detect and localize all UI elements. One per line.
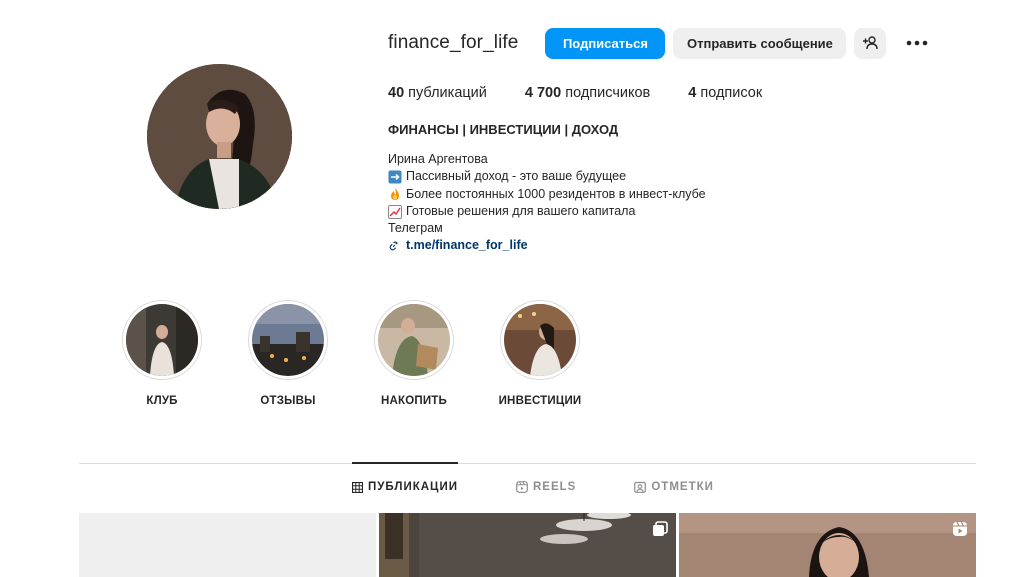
add-user-button[interactable] (854, 27, 887, 59)
bio-link-text: t.me/finance_for_life (406, 238, 528, 253)
follow-button[interactable]: Подписаться (545, 27, 666, 59)
bio-title: ФИНАНСЫ | ИНВЕСТИЦИИ | ДОХОД (388, 122, 619, 137)
profile-avatar[interactable] (147, 64, 292, 209)
following-label: подписок (700, 85, 763, 101)
followers-stat[interactable]: 4 700 подписчиков (525, 85, 650, 101)
more-options-button[interactable] (904, 33, 930, 53)
arrow-right-emoji-icon (388, 170, 402, 184)
story-highlights: КЛУБ ОТЗЫВЫ НАКОПИТЬ ИНВЕСТИЦИИ (115, 300, 619, 407)
highlight-save[interactable]: НАКОПИТЬ (367, 300, 461, 407)
highlight-ring (122, 300, 202, 380)
grid-icon (352, 481, 363, 493)
posts-stat: 40 публикаций (388, 85, 487, 101)
tab-reels[interactable]: REELS (516, 481, 576, 493)
highlight-cover (252, 304, 324, 376)
bio-link[interactable]: t.me/finance_for_life (388, 237, 706, 254)
reels-icon (516, 481, 528, 493)
bio-name: Ирина Аргентова (388, 152, 488, 166)
highlight-label: НАКОПИТЬ (381, 395, 447, 407)
bio-line-1: Пассивный доход - это ваше будущее (406, 169, 627, 184)
highlight-label: ОТЗЫВЫ (260, 395, 316, 407)
carousel-icon (653, 521, 668, 536)
person-plus-icon (863, 36, 879, 50)
highlight-cover (126, 304, 198, 376)
username: finance_for_life (388, 32, 519, 53)
highlight-club[interactable]: КЛУБ (115, 300, 209, 407)
highlight-ring (374, 300, 454, 380)
link-icon (389, 241, 398, 251)
posts-label: публикаций (408, 85, 487, 101)
post-thumbnail[interactable] (79, 513, 376, 577)
tab-reels-label: REELS (533, 481, 577, 493)
highlight-cover (378, 304, 450, 376)
profile-header: finance_for_life Подписаться Отправить с… (388, 27, 930, 59)
post-thumbnail[interactable] (379, 513, 676, 577)
highlight-label: КЛУБ (146, 395, 178, 407)
post-thumbnail[interactable] (679, 513, 976, 577)
highlight-reviews[interactable]: ОТЗЫВЫ (241, 300, 335, 407)
following-stat[interactable]: 4 подписок (688, 85, 762, 101)
following-count: 4 (688, 85, 697, 101)
bio: Ирина Аргентова Пассивный доход - это ва… (388, 151, 706, 255)
bio-line-4: Телеграм (388, 221, 443, 236)
reels-badge-icon (953, 521, 967, 536)
highlight-ring (500, 300, 580, 380)
highlight-label: ИНВЕСТИЦИИ (498, 395, 582, 407)
profile-stats: 40 публикаций 4 700 подписчиков 4 подпис… (388, 85, 800, 101)
posts-grid (79, 513, 976, 577)
tab-posts[interactable]: ПУБЛИКАЦИИ (352, 481, 458, 493)
posts-count: 40 (388, 85, 405, 101)
fire-emoji-icon (391, 188, 399, 201)
bio-line-3: Готовые решения для вашего капитала (406, 203, 636, 218)
chart-emoji-icon (388, 204, 402, 219)
tab-posts-label: ПУБЛИКАЦИИ (368, 481, 458, 493)
highlight-investments[interactable]: ИНВЕСТИЦИИ (493, 300, 587, 407)
tabs-divider (79, 463, 976, 464)
followers-count: 4 700 (524, 85, 562, 101)
tab-tagged-label: ОТМЕТКИ (651, 481, 714, 493)
bio-line-2: Более постоянных 1000 резидентов в инвес… (406, 186, 706, 201)
active-tab-indicator (352, 462, 458, 464)
more-horizontal-icon (907, 40, 928, 46)
highlight-ring (248, 300, 328, 380)
message-button[interactable]: Отправить сообщение (673, 27, 847, 59)
followers-label: подписчиков (565, 85, 651, 101)
profile-tabs: ПУБЛИКАЦИИ REELS ОТМЕТКИ (352, 481, 772, 493)
tagged-icon (634, 481, 647, 493)
highlight-cover (504, 304, 576, 376)
tab-tagged[interactable]: ОТМЕТКИ (634, 481, 714, 493)
